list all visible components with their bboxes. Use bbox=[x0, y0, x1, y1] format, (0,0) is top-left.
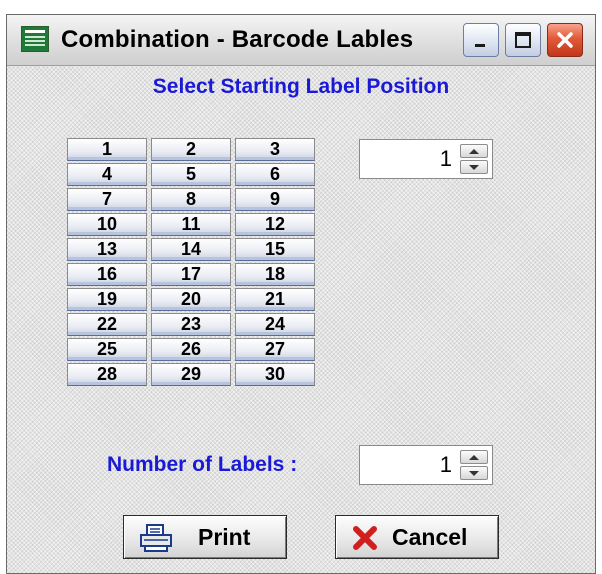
label-position-button[interactable]: 21 bbox=[235, 288, 315, 311]
close-icon bbox=[557, 32, 573, 48]
label-position-button[interactable]: 15 bbox=[235, 238, 315, 261]
label-position-button[interactable]: 23 bbox=[151, 313, 231, 336]
spinner-down-button[interactable] bbox=[460, 160, 488, 174]
label-position-button[interactable]: 20 bbox=[151, 288, 231, 311]
title-bar[interactable]: Combination - Barcode Lables bbox=[7, 15, 595, 66]
maximize-icon bbox=[515, 32, 531, 48]
select-position-heading: Select Starting Label Position bbox=[152, 75, 450, 98]
maximize-button[interactable] bbox=[505, 23, 541, 57]
label-position-grid: 1 2 3 4 5 6 7 8 9 10 11 12 13 14 15 16 17 18 19 20 21 22 23 24 2… bbox=[67, 138, 317, 386]
label-position-button[interactable]: 30 bbox=[235, 363, 315, 386]
close-button[interactable] bbox=[547, 23, 583, 57]
dialog-window: Combination - Barcode Lables Select Star… bbox=[6, 14, 596, 574]
window-title: Combination - Barcode Lables bbox=[61, 26, 414, 53]
spinner-up-button[interactable] bbox=[460, 144, 488, 158]
arrow-down-icon bbox=[469, 165, 479, 170]
print-button[interactable]: Print bbox=[123, 515, 287, 559]
label-position-button[interactable]: 3 bbox=[235, 138, 315, 161]
label-position-button[interactable]: 4 bbox=[67, 163, 147, 186]
number-of-labels-spinner[interactable]: 1 bbox=[359, 445, 493, 485]
label-position-button[interactable]: 5 bbox=[151, 163, 231, 186]
cancel-button-label: Cancel bbox=[392, 524, 468, 550]
label-position-button[interactable]: 8 bbox=[151, 188, 231, 211]
spinner-up-button[interactable] bbox=[460, 450, 488, 464]
label-position-button[interactable]: 2 bbox=[151, 138, 231, 161]
label-position-button[interactable]: 12 bbox=[235, 213, 315, 236]
arrow-down-icon bbox=[469, 471, 479, 476]
label-position-button[interactable]: 19 bbox=[67, 288, 147, 311]
label-position-button[interactable]: 7 bbox=[67, 188, 147, 211]
label-position-button[interactable]: 22 bbox=[67, 313, 147, 336]
label-position-button[interactable]: 13 bbox=[67, 238, 147, 261]
label-position-button[interactable]: 25 bbox=[67, 338, 147, 361]
red-x-icon bbox=[353, 526, 377, 550]
arrow-up-icon bbox=[469, 455, 479, 460]
label-position-button[interactable]: 27 bbox=[235, 338, 315, 361]
spinner-down-button[interactable] bbox=[460, 466, 488, 480]
start-position-value: 1 bbox=[439, 146, 452, 171]
minimize-icon bbox=[475, 44, 485, 47]
number-of-labels-value: 1 bbox=[439, 452, 452, 477]
number-of-labels-label: Number of Labels : bbox=[107, 453, 298, 476]
start-position-spinner[interactable]: 1 bbox=[359, 139, 493, 179]
label-position-button[interactable]: 18 bbox=[235, 263, 315, 286]
label-position-button[interactable]: 11 bbox=[151, 213, 231, 236]
app-window-icon bbox=[21, 26, 49, 52]
arrow-up-icon bbox=[469, 149, 479, 154]
label-position-button[interactable]: 16 bbox=[67, 263, 147, 286]
label-position-button[interactable]: 29 bbox=[151, 363, 231, 386]
minimize-button[interactable] bbox=[463, 23, 499, 57]
printer-icon bbox=[140, 524, 172, 552]
label-position-button[interactable]: 26 bbox=[151, 338, 231, 361]
label-position-button[interactable]: 1 bbox=[67, 138, 147, 161]
print-button-label: Print bbox=[198, 524, 251, 550]
label-position-button[interactable]: 24 bbox=[235, 313, 315, 336]
label-position-button[interactable]: 6 bbox=[235, 163, 315, 186]
label-position-button[interactable]: 17 bbox=[151, 263, 231, 286]
label-position-button[interactable]: 9 bbox=[235, 188, 315, 211]
label-position-button[interactable]: 28 bbox=[67, 363, 147, 386]
label-position-button[interactable]: 14 bbox=[151, 238, 231, 261]
cancel-button[interactable]: Cancel bbox=[335, 515, 499, 559]
label-position-button[interactable]: 10 bbox=[67, 213, 147, 236]
